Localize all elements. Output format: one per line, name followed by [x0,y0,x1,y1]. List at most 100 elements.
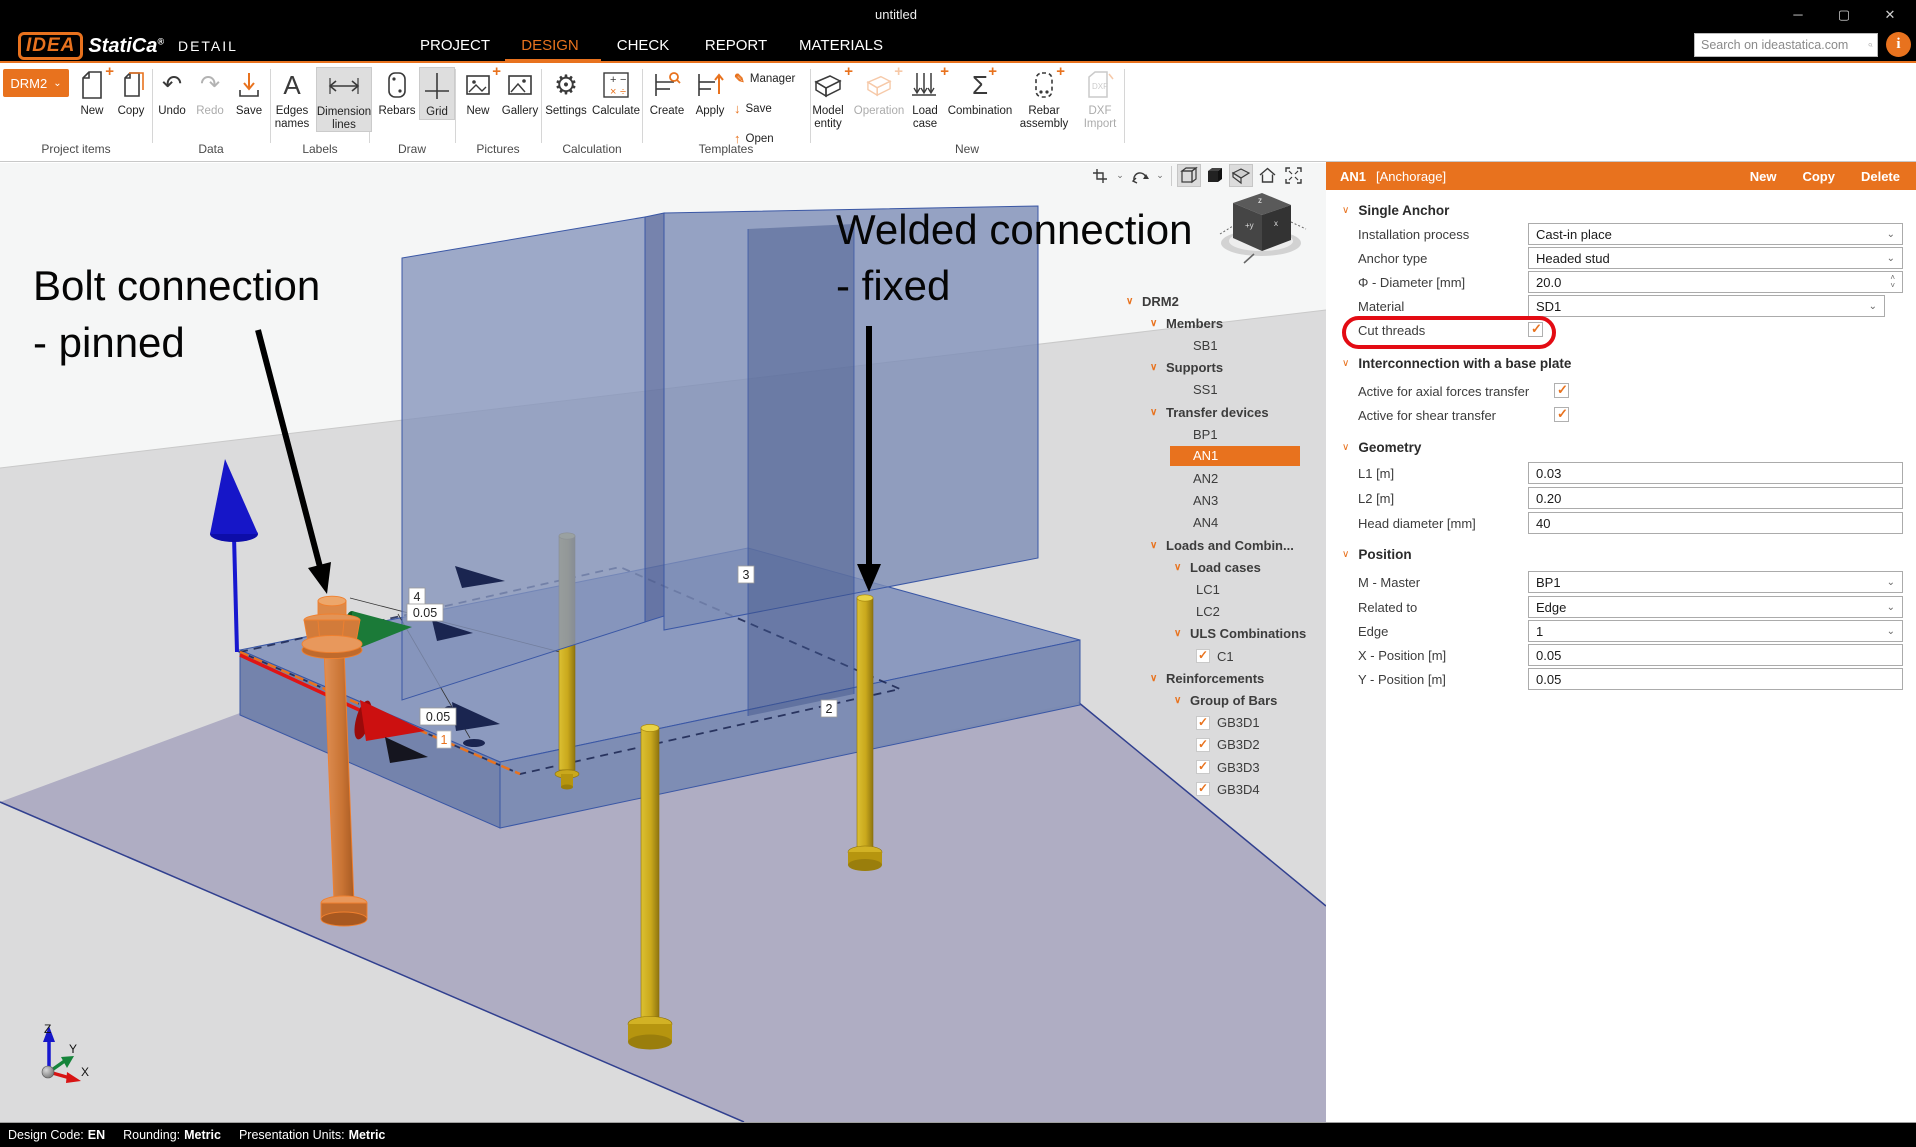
rebar-assembly-button[interactable]: + Rebar assembly [1013,67,1075,130]
save-button[interactable]: Save [230,67,268,118]
tree-item-loads-and-combinations[interactable]: ∨Loads and Combin... [1120,534,1326,556]
checkbox-checked[interactable] [1196,760,1210,774]
settings-button[interactable]: ⚙ Settings [542,67,590,118]
edges-names-button[interactable]: A Edges names [269,67,315,130]
checkbox-checked[interactable] [1196,649,1210,663]
template-manager-button[interactable]: ✎Manager [734,71,795,87]
shear-transfer-checkbox[interactable] [1554,407,1569,422]
template-apply-button[interactable]: Apply [690,67,730,118]
tab-check[interactable]: CHECK [611,35,676,60]
home-view-icon[interactable] [1255,164,1279,187]
minimize-button[interactable]: ─ [1776,0,1820,29]
section-geometry[interactable]: ∨Geometry [1342,439,1421,455]
panel-new-button[interactable]: New [1750,169,1777,184]
chevron-down-icon[interactable]: ⌄ [1114,170,1126,181]
tree-item-an2[interactable]: AN2 [1120,468,1326,490]
operation-button[interactable]: + Operation [856,67,902,118]
chevron-down-icon[interactable]: ⌄ [1154,170,1166,181]
panel-delete-button[interactable]: Delete [1861,169,1900,184]
tree-item-gb3d3[interactable]: GB3D3 [1120,756,1326,778]
tree-item-an3[interactable]: AN3 [1120,490,1326,512]
search-icon[interactable] [1868,37,1873,53]
grid-axes-icon [423,68,451,104]
design-code-status: Design Code:EN [8,1128,105,1142]
x-position-input[interactable]: 0.05 [1528,644,1903,666]
panel-copy-button[interactable]: Copy [1802,169,1835,184]
redo-button[interactable]: ↷ Redo [191,67,229,118]
grid-button[interactable]: Grid [419,67,455,120]
l2-input[interactable]: 0.20 [1528,487,1903,509]
section-position[interactable]: ∨Position [1342,546,1412,562]
anchor-type-select[interactable]: Headed stud⌄ [1528,247,1903,269]
section-single-anchor[interactable]: ∨Single Anchor [1342,202,1449,218]
project-item-selector[interactable]: DRM2⌄ [3,69,69,97]
tree-item-an1-selected[interactable]: AN1 [1120,445,1326,467]
close-button[interactable]: ✕ [1868,0,1912,29]
red-highlight-annotation [1342,316,1556,349]
section-interconnection[interactable]: ∨Interconnection with a base plate [1342,355,1571,371]
head-diameter-input[interactable]: 40 [1528,512,1903,534]
new-project-item-button[interactable]: + New [72,67,112,118]
clipping-tool-icon[interactable] [1088,164,1112,187]
load-case-button[interactable]: + Load case [903,67,947,130]
gallery-button[interactable]: Gallery [500,67,540,118]
rebars-button[interactable]: Rebars [375,67,419,118]
search-input[interactable] [1695,38,1868,52]
tree-item-reinforcements[interactable]: ∨Reinforcements [1120,667,1326,689]
model-entity-button[interactable]: + Model entity [802,67,854,130]
tree-item-load-cases[interactable]: ∨Load cases [1120,556,1326,578]
rotate-view-icon[interactable] [1128,164,1152,187]
tree-item-bp1[interactable]: BP1 [1120,423,1326,445]
y-position-input[interactable]: 0.05 [1528,668,1903,690]
checkbox-checked[interactable] [1196,782,1210,796]
tree-item-c1[interactable]: C1 [1120,645,1326,667]
fit-view-icon[interactable] [1281,164,1305,187]
tree-item-drm2[interactable]: ∨DRM2 [1120,290,1326,312]
combination-button[interactable]: Σ+ Combination [944,67,1016,118]
tab-report[interactable]: REPORT [699,35,773,60]
tree-item-gb3d1[interactable]: GB3D1 [1120,712,1326,734]
axial-transfer-checkbox[interactable] [1554,383,1569,398]
calculate-button[interactable]: +−×÷ Calculate [590,67,642,118]
tab-materials[interactable]: MATERIALS [793,35,889,60]
tree-item-gb3d4[interactable]: GB3D4 [1120,778,1326,800]
master-select[interactable]: BP1⌄ [1528,571,1903,593]
tab-design[interactable]: DESIGN [515,35,585,60]
copy-button[interactable]: Copy [111,67,151,118]
field-label: Y - Position [m] [1358,672,1446,687]
dimension-lines-button[interactable]: Dimension lines [316,67,372,132]
tree-item-ss1[interactable]: SS1 [1120,379,1326,401]
tree-item-an4[interactable]: AN4 [1120,512,1326,534]
material-select[interactable]: SD1⌄ [1528,295,1885,317]
group-data: Data [198,142,223,156]
edge-select[interactable]: 1⌄ [1528,620,1903,642]
tree-item-sb1[interactable]: SB1 [1120,334,1326,356]
template-create-button[interactable]: Create [645,67,689,118]
tab-project[interactable]: PROJECT [414,35,496,60]
transparent-view-icon[interactable] [1229,164,1253,187]
solid-view-icon[interactable] [1203,164,1227,187]
template-open-button[interactable]: ↑Open [734,131,774,146]
tree-item-lc1[interactable]: LC1 [1120,578,1326,600]
tree-item-group-of-bars[interactable]: ∨Group of Bars [1120,689,1326,711]
tree-item-transfer-devices[interactable]: ∨Transfer devices [1120,401,1326,423]
undo-button[interactable]: ↶ Undo [153,67,191,118]
new-picture-button[interactable]: + New [457,67,499,118]
field-label: Active for shear transfer [1358,408,1496,423]
checkbox-checked[interactable] [1196,738,1210,752]
tree-item-supports[interactable]: ∨Supports [1120,357,1326,379]
related-to-select[interactable]: Edge⌄ [1528,596,1903,618]
checkbox-checked[interactable] [1196,716,1210,730]
template-save-button[interactable]: ↓Save [734,101,772,116]
wireframe-view-icon[interactable] [1177,164,1201,187]
tree-item-lc2[interactable]: LC2 [1120,601,1326,623]
info-icon[interactable]: i [1886,32,1911,57]
installation-process-select[interactable]: Cast-in place⌄ [1528,223,1903,245]
dxf-import-button[interactable]: DXF DXF Import [1078,67,1122,130]
maximize-button[interactable]: ▢ [1822,0,1866,29]
tree-item-members[interactable]: ∨Members [1120,312,1326,334]
tree-item-gb3d2[interactable]: GB3D2 [1120,734,1326,756]
diameter-stepper[interactable]: 20.0˄˅ [1528,271,1903,293]
tree-item-uls-combinations[interactable]: ∨ULS Combinations [1120,623,1326,645]
l1-input[interactable]: 0.03 [1528,462,1903,484]
